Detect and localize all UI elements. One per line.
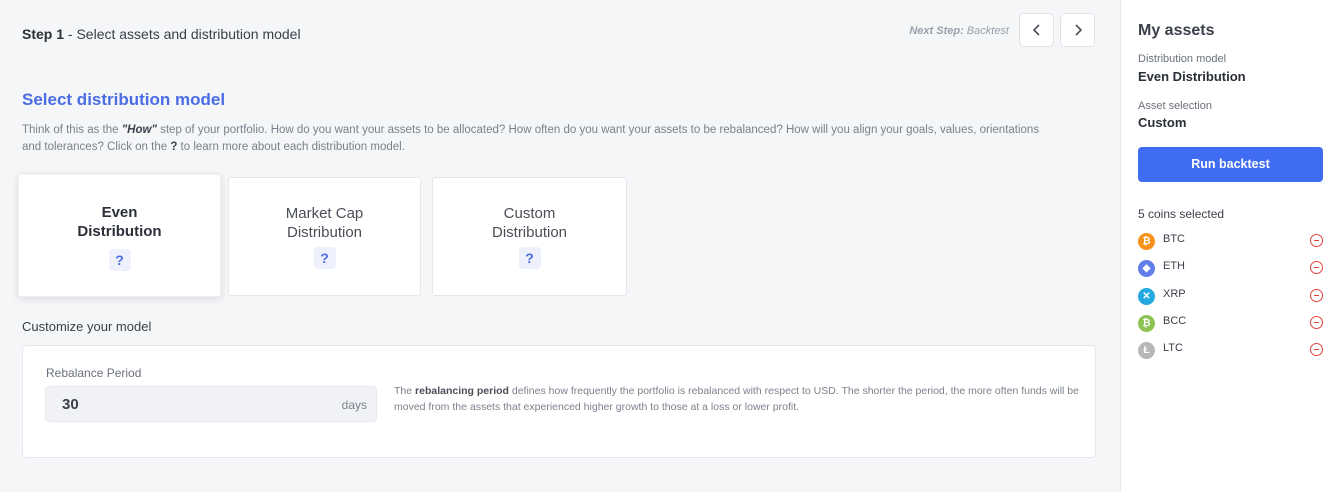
main-panel: Step 1 - Select assets and distribution … xyxy=(0,0,1120,492)
coin-name: BTC xyxy=(1163,233,1185,245)
chevron-right-icon xyxy=(1074,24,1082,36)
my-assets-sidebar: My assets Distribution model Even Distri… xyxy=(1120,0,1333,492)
section-title: Select distribution model xyxy=(22,90,226,109)
rebalance-period-input[interactable]: 30 days xyxy=(45,386,377,422)
rebalance-period-label: Rebalance Period xyxy=(46,366,142,380)
coin-name: BCC xyxy=(1163,315,1187,327)
next-step-button[interactable] xyxy=(1060,13,1095,47)
help-icon[interactable]: ? xyxy=(313,247,336,269)
coin-item-btc: ₿ BTC xyxy=(1138,231,1323,251)
coin-name: ETH xyxy=(1163,260,1185,272)
coins-selected-count: 5 coins selected xyxy=(1138,207,1225,221)
coin-item-eth: ◆ ETH xyxy=(1138,258,1323,278)
asset-selection-value: Custom xyxy=(1138,115,1187,130)
distribution-model-value: Even Distribution xyxy=(1138,69,1246,84)
help-icon[interactable]: ? xyxy=(108,249,131,271)
section-description: Think of this as the "How" step of your … xyxy=(22,124,1040,153)
customize-panel: Rebalance Period 30 days The rebalancing… xyxy=(22,345,1096,458)
coin-item-bcc: ₿ BCC xyxy=(1138,313,1323,333)
ripple-icon: ✕ xyxy=(1138,288,1155,305)
help-icon[interactable]: ? xyxy=(518,247,541,269)
model-card-label: Even Distribution xyxy=(77,204,162,240)
model-card-custom[interactable]: Custom Distribution ? xyxy=(432,177,627,296)
remove-coin-icon[interactable] xyxy=(1310,316,1323,329)
remove-coin-icon[interactable] xyxy=(1310,289,1323,302)
model-card-even[interactable]: Even Distribution ? xyxy=(18,174,221,297)
asset-selection-label: Asset selection xyxy=(1138,100,1212,112)
rebalance-period-value[interactable]: 30 xyxy=(62,396,79,413)
step-indicator: Step 1 - Select assets and distribution … xyxy=(22,26,301,42)
previous-step-button[interactable] xyxy=(1019,13,1054,47)
remove-coin-icon[interactable] xyxy=(1310,261,1323,274)
sidebar-title: My assets xyxy=(1138,22,1215,39)
remove-coin-icon[interactable] xyxy=(1310,343,1323,356)
rebalance-period-unit: days xyxy=(341,398,367,412)
bitconnect-icon: ₿ xyxy=(1138,315,1155,332)
run-backtest-button[interactable]: Run backtest xyxy=(1138,147,1323,182)
coin-name: XRP xyxy=(1163,288,1186,300)
litecoin-icon: Ł xyxy=(1138,342,1155,359)
bitcoin-icon: ₿ xyxy=(1138,233,1155,250)
remove-coin-icon[interactable] xyxy=(1310,234,1323,247)
coin-name: LTC xyxy=(1163,342,1183,354)
distribution-model-label: Distribution model xyxy=(1138,53,1227,65)
model-card-label: Custom Distribution xyxy=(491,205,568,241)
rebalance-period-description: The rebalancing period defines how frequ… xyxy=(394,385,1079,413)
coin-item-ltc: Ł LTC xyxy=(1138,340,1323,360)
model-card-label: Market Cap Distribution xyxy=(285,205,364,241)
customize-title: Customize your model xyxy=(22,319,152,334)
coin-item-xrp: ✕ XRP xyxy=(1138,286,1323,306)
next-step-hint: Next Step: Backtest xyxy=(909,25,1009,37)
model-card-market-cap[interactable]: Market Cap Distribution ? xyxy=(228,177,421,296)
ethereum-icon: ◆ xyxy=(1138,260,1155,277)
chevron-left-icon xyxy=(1032,24,1040,36)
